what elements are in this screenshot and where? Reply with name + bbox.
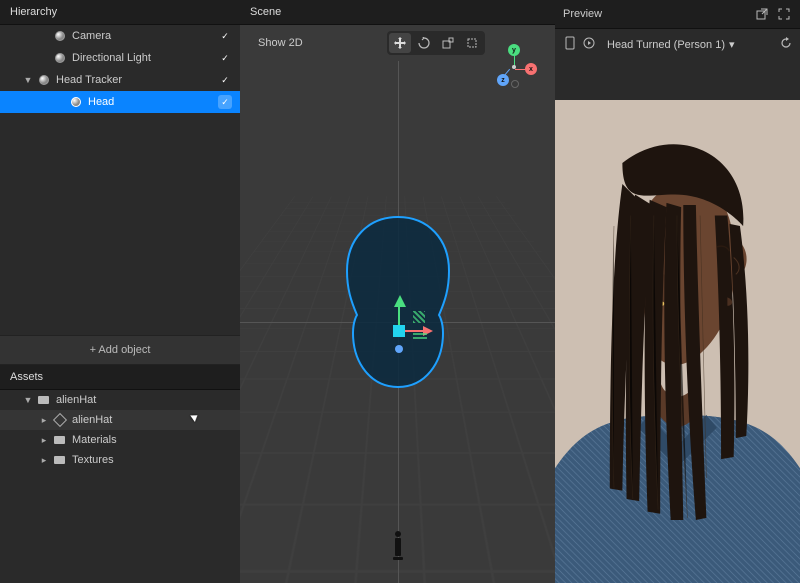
hierarchy-item[interactable]: Directional Light ✓: [0, 47, 240, 69]
chevron-icon[interactable]: [40, 32, 48, 40]
chevron-down-icon: ▾: [729, 38, 735, 51]
hierarchy-item-label: Camera: [72, 30, 212, 42]
assets-header: Assets: [0, 365, 240, 390]
chevron-icon[interactable]: [40, 54, 48, 62]
left-panel: Hierarchy Camera ✓ Directional Light ✓ ▼ Head…: [0, 0, 240, 583]
device-icon[interactable]: [563, 36, 577, 53]
hierarchy-item-label: Directional Light: [72, 52, 212, 64]
assets-tree: ▼ alienHat ▸ alienHat ▸ Materials ▸ Textures: [0, 390, 240, 583]
asset-item[interactable]: ▸ alienHat: [0, 410, 240, 430]
preview-source-label: Head Turned (Person 1): [607, 39, 725, 51]
expand-icon[interactable]: [776, 6, 792, 22]
add-object-button[interactable]: + Add object: [0, 335, 240, 365]
preview-title: Preview: [563, 8, 602, 20]
folder-icon: [38, 394, 50, 406]
visibility-checkbox[interactable]: ✓: [218, 29, 232, 43]
preview-source-dropdown[interactable]: Head Turned (Person 1) ▾: [601, 35, 774, 54]
chevron-icon[interactable]: ▸: [40, 456, 48, 464]
scene-viewport[interactable]: [240, 61, 555, 583]
visibility-checkbox[interactable]: ✓: [218, 51, 232, 65]
visibility-checkbox[interactable]: ✓: [218, 95, 232, 109]
hierarchy-header: Hierarchy: [0, 0, 240, 25]
scene-panel: Scene Show 2D y x z: [240, 0, 555, 583]
preview-controls: Head Turned (Person 1) ▾: [555, 29, 800, 60]
axis-y-icon[interactable]: y: [508, 44, 520, 56]
show-2d-toggle[interactable]: Show 2D: [250, 33, 311, 53]
object-icon: [54, 52, 66, 64]
visibility-checkbox[interactable]: ✓: [218, 73, 232, 87]
preview-video-frame: [555, 100, 800, 583]
rotate-tool-button[interactable]: [413, 33, 435, 53]
asset-item-label: Textures: [72, 454, 232, 466]
hierarchy-item[interactable]: Camera ✓: [0, 25, 240, 47]
object-icon: [38, 74, 50, 86]
chevron-icon[interactable]: ▸: [40, 436, 48, 444]
object-icon: [54, 30, 66, 42]
folder-icon: [54, 454, 66, 466]
asset-item-label: alienHat: [72, 414, 232, 426]
scene-header: Scene: [240, 0, 555, 25]
gizmo-y-arrow-icon[interactable]: [394, 295, 406, 307]
asset-item[interactable]: ▸ Materials: [0, 430, 240, 450]
move-tool-button[interactable]: [389, 33, 411, 53]
hierarchy-item-label: Head: [88, 96, 212, 108]
play-icon[interactable]: [583, 37, 595, 52]
gizmo-z-handle-icon[interactable]: [395, 345, 403, 353]
asset-item-label: Materials: [72, 434, 232, 446]
move-gizmo[interactable]: [353, 277, 443, 367]
popout-icon[interactable]: [754, 6, 770, 22]
hierarchy-item[interactable]: Head ✓: [0, 91, 240, 113]
preview-viewport: [555, 100, 800, 583]
chevron-icon[interactable]: ▼: [24, 396, 32, 404]
gizmo-xz-plane-icon[interactable]: [413, 333, 427, 339]
preview-header: Preview: [555, 0, 800, 29]
gizmo-xy-plane-icon[interactable]: [413, 311, 425, 323]
asset-item[interactable]: ▸ Textures: [0, 450, 240, 470]
mesh-icon: [54, 414, 66, 426]
bounds-tool-button[interactable]: [461, 33, 483, 53]
hierarchy-item[interactable]: ▼ Head Tracker ✓: [0, 69, 240, 91]
hierarchy-tree: Camera✓Directional Light✓▼Head Tracker✓H…: [0, 25, 240, 335]
transform-tool-group: [387, 31, 485, 55]
object-icon: [70, 96, 82, 108]
hierarchy-item-label: Head Tracker: [56, 74, 212, 86]
asset-item[interactable]: ▼ alienHat: [0, 390, 240, 410]
asset-item-label: alienHat: [56, 394, 232, 406]
chevron-icon[interactable]: ▼: [24, 76, 32, 84]
scale-tool-button[interactable]: [437, 33, 459, 53]
chevron-icon[interactable]: ▸: [40, 416, 48, 424]
camera-silhouette-icon: [393, 531, 403, 561]
folder-icon: [54, 434, 66, 446]
preview-panel: Preview Head Turned (Person 1) ▾: [555, 0, 800, 583]
refresh-icon[interactable]: [780, 37, 792, 52]
chevron-icon[interactable]: [56, 98, 64, 106]
gizmo-center-icon[interactable]: [393, 325, 405, 337]
